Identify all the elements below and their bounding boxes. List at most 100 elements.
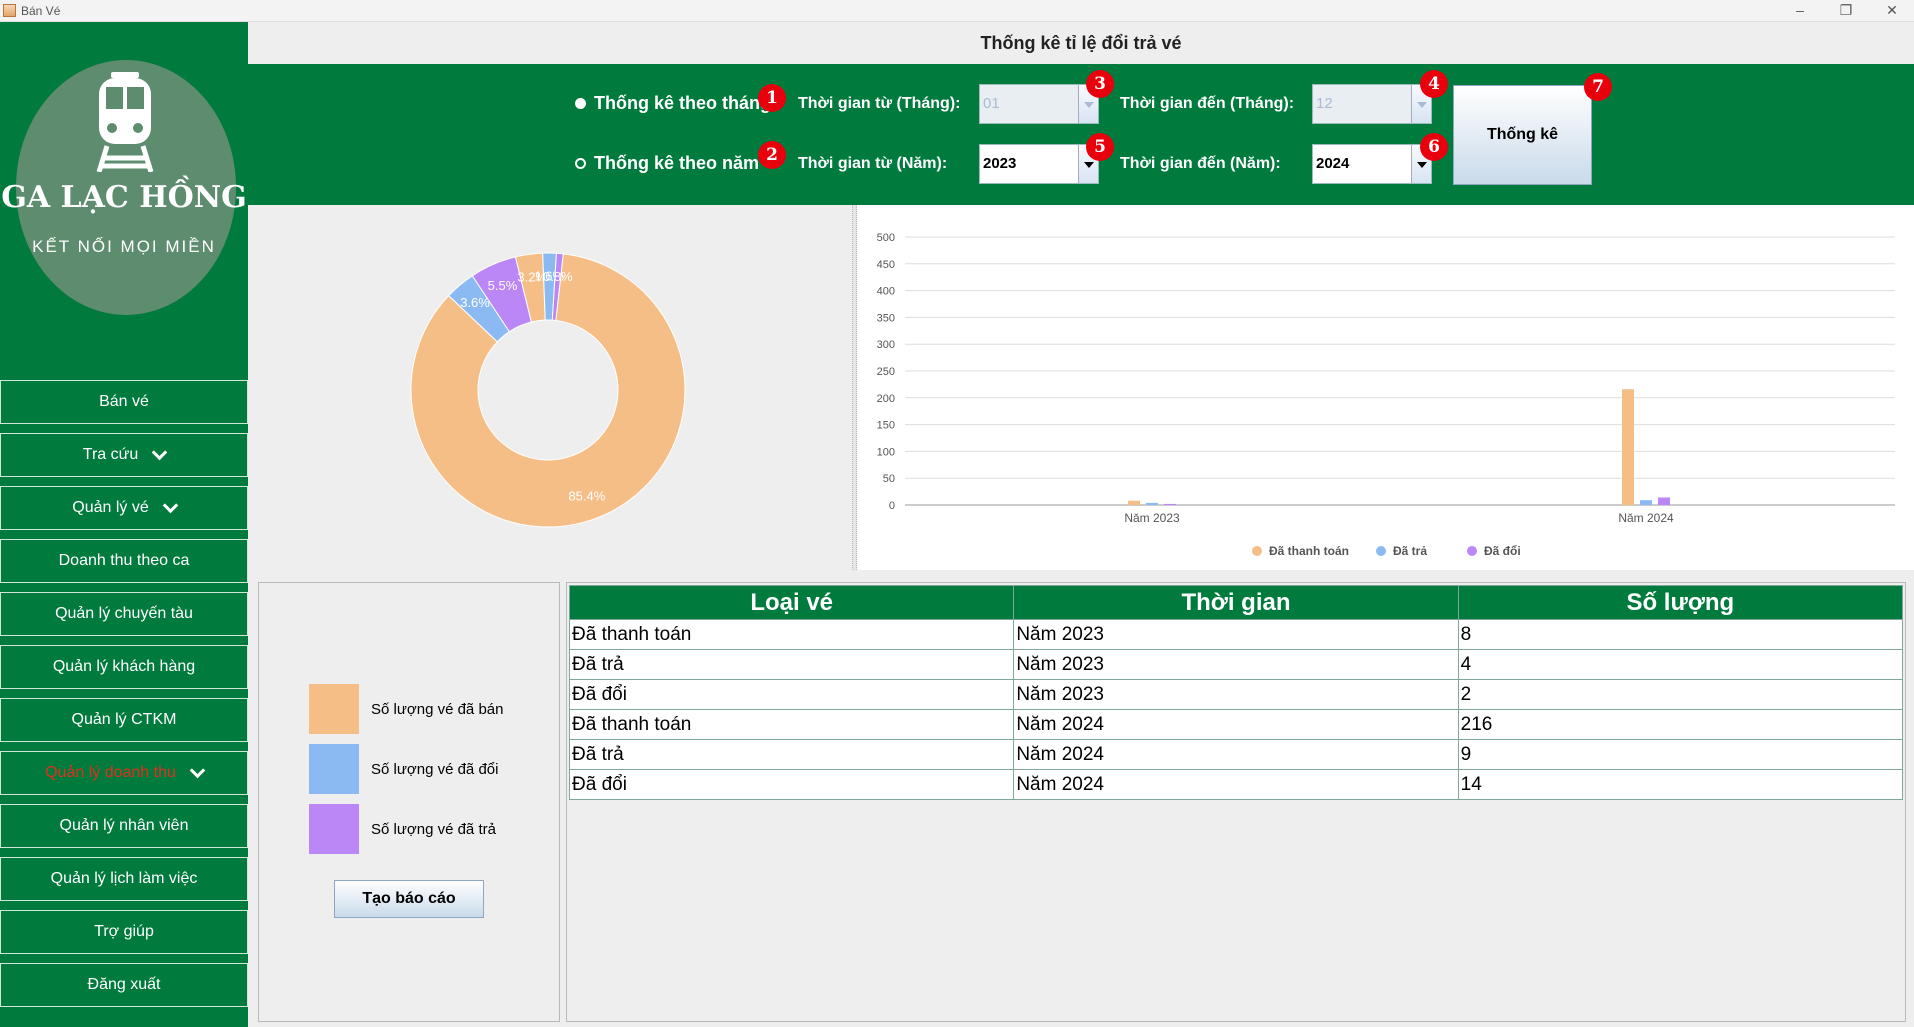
radio-dot <box>575 158 586 169</box>
y-tick-label: 500 <box>877 232 895 244</box>
legend-swatch-sold <box>309 684 359 734</box>
month-to-select[interactable]: 12 <box>1312 84 1432 124</box>
month-from-label: Thời gian từ (Tháng): <box>798 95 961 112</box>
column-header[interactable]: Loại vé <box>568 585 1015 620</box>
annotation-badge: 7 <box>1584 73 1612 101</box>
month-from-select[interactable]: 01 <box>979 84 1099 124</box>
sidebar-item[interactable]: Quản lý vé <box>0 486 248 530</box>
legend-item-sold: Số lượng vé đã bán <box>309 684 503 734</box>
y-tick-label: 250 <box>877 366 895 378</box>
y-tick-label: 450 <box>877 259 895 271</box>
sidebar-item[interactable]: Quản lý nhân viên <box>0 804 248 848</box>
y-tick-label: 150 <box>877 420 895 432</box>
sidebar-item[interactable]: Bán vé <box>0 380 248 424</box>
y-tick-label: 300 <box>877 339 895 351</box>
year-from-label: Thời gian từ (Năm): <box>798 155 948 172</box>
table-cell: Năm 2024 <box>1013 709 1459 740</box>
sidebar-item[interactable]: Tra cứu <box>0 433 248 477</box>
table-row[interactable]: Đã đổi Năm 2023 2 <box>568 679 1904 710</box>
x-tick-label: Năm 2024 <box>1618 511 1674 525</box>
legend-marker <box>1467 546 1477 556</box>
table-row[interactable]: Đã trả Năm 2023 4 <box>568 649 1904 680</box>
year-from-select[interactable]: 2023 <box>979 144 1099 184</box>
radio-month-label: Thống kê theo tháng <box>594 93 771 113</box>
sidebar-item-label: Quản lý khách hàng <box>52 658 196 675</box>
sidebar-item[interactable]: Quản lý CTKM <box>0 698 248 742</box>
sidebar-item-label: Quản lý chuyến tàu <box>55 605 193 622</box>
sidebar: GA LẠC HỒNG KẾT NỐI MỌI MIỀN Bán vé Tra c… <box>0 22 248 1027</box>
sidebar-item-label: Quản lý CTKM <box>71 711 177 728</box>
annotation-badge: 1 <box>758 84 786 112</box>
table-cell: Năm 2024 <box>1013 739 1459 770</box>
table-cell: Năm 2023 <box>1013 619 1459 650</box>
sidebar-item[interactable]: Quản lý lịch làm việc <box>0 857 248 901</box>
bar <box>1622 389 1634 505</box>
sidebar-item[interactable]: Quản lý doanh thu <box>0 751 248 795</box>
month-to-label: Thời gian đến (Tháng): <box>1120 95 1295 112</box>
sidebar-item-label: Trợ giúp <box>94 923 154 940</box>
stats-table-panel: Loại vé Thời gian Số lượng Đã thanh toán… <box>566 582 1906 1022</box>
legend-label: Số lượng vé đã bán <box>371 700 504 718</box>
sidebar-item[interactable]: Đăng xuất <box>0 963 248 1007</box>
legend-item-returned: Số lượng vé đã trả <box>309 804 496 854</box>
sidebar-item[interactable]: Quản lý khách hàng <box>0 645 248 689</box>
annotation-badge: 3 <box>1086 70 1114 98</box>
legend-label: Đã đổi <box>1484 544 1521 558</box>
table-row[interactable]: Đã thanh toán Năm 2024 216 <box>568 709 1904 740</box>
bar <box>1658 497 1670 505</box>
pie-chart-panel: 85.4% 3.6% 5.5% 3.2% 1.6% 0.8% <box>248 205 852 570</box>
y-tick-label: 50 <box>883 473 895 485</box>
logo-slogan: KẾT NỐI MỌI MIỀN <box>32 237 216 256</box>
pie-slice-label: 0.8% <box>543 269 573 284</box>
column-header[interactable]: Số lượng <box>1457 585 1904 620</box>
sidebar-item[interactable]: Trợ giúp <box>0 910 248 954</box>
year-to-value: 2024 <box>1316 155 1350 172</box>
legend-label: Số lượng vé đã đổi <box>371 760 499 778</box>
sidebar-item[interactable]: Doanh thu theo ca <box>0 539 248 583</box>
y-tick-label: 350 <box>877 312 895 324</box>
statistics-button[interactable]: Thống kê <box>1453 85 1592 185</box>
minimize-button[interactable]: – <box>1778 0 1822 22</box>
create-report-button[interactable]: Tạo báo cáo <box>334 880 484 918</box>
logo-name: GA LẠC HỒNG <box>1 180 247 215</box>
window-title: Bán Vé <box>21 4 61 18</box>
table-row[interactable]: Đã thanh toán Năm 2023 8 <box>568 619 1904 650</box>
radio-by-year[interactable]: Thống kê theo năm <box>575 153 759 174</box>
close-button[interactable]: ✕ <box>1870 0 1914 22</box>
legend-swatch-exchanged <box>309 744 359 794</box>
y-tick-label: 0 <box>889 500 895 512</box>
table-row[interactable]: Đã trả Năm 2024 9 <box>568 739 1904 770</box>
year-from-value: 2023 <box>983 155 1017 172</box>
radio-by-month[interactable]: Thống kê theo tháng <box>575 93 771 114</box>
radio-year-label: Thống kê theo năm <box>594 153 760 173</box>
chevron-down-icon <box>151 444 168 460</box>
table-cell: 4 <box>1457 649 1904 680</box>
table-cell: 8 <box>1457 619 1904 650</box>
filter-bar: Thống kê theo tháng Thống kê theo năm Th… <box>248 64 1914 205</box>
sidebar-item-label: Đăng xuất <box>87 976 161 993</box>
table-cell: Đã trả <box>568 739 1015 770</box>
sidebar-item-label: Bán vé <box>99 393 149 410</box>
table-cell: 9 <box>1457 739 1904 770</box>
table-cell: Đã đổi <box>568 769 1015 800</box>
bar-chart-panel: 0 50 100 150 200 250 300 350 400 450 500 Năm 2023 Nă… <box>857 205 1914 570</box>
annotation-badge: 2 <box>758 141 786 169</box>
bar-chart: 0 50 100 150 200 250 300 350 400 450 500 Năm 2023 Nă… <box>877 232 1895 558</box>
table-cell: Đã trả <box>568 649 1015 680</box>
sidebar-item-label: Quản lý lịch làm việc <box>50 870 198 887</box>
radio-dot <box>575 98 586 109</box>
table-cell: 14 <box>1457 769 1904 800</box>
app-icon <box>3 4 16 17</box>
year-to-select[interactable]: 2024 <box>1312 144 1432 184</box>
bar <box>1164 503 1176 505</box>
restore-button[interactable]: ❐ <box>1824 0 1868 22</box>
column-header[interactable]: Thời gian <box>1013 585 1459 620</box>
bar <box>1146 502 1158 505</box>
table-cell: Đã thanh toán <box>568 709 1015 740</box>
table-row[interactable]: Đã đổi Năm 2024 14 <box>568 769 1904 800</box>
sidebar-item[interactable]: Quản lý chuyến tàu <box>0 592 248 636</box>
annotation-badge: 6 <box>1420 133 1448 161</box>
chevron-down-icon <box>189 762 206 778</box>
chevron-down-icon <box>162 497 179 513</box>
year-to-label: Thời gian đến (Năm): <box>1120 155 1281 172</box>
